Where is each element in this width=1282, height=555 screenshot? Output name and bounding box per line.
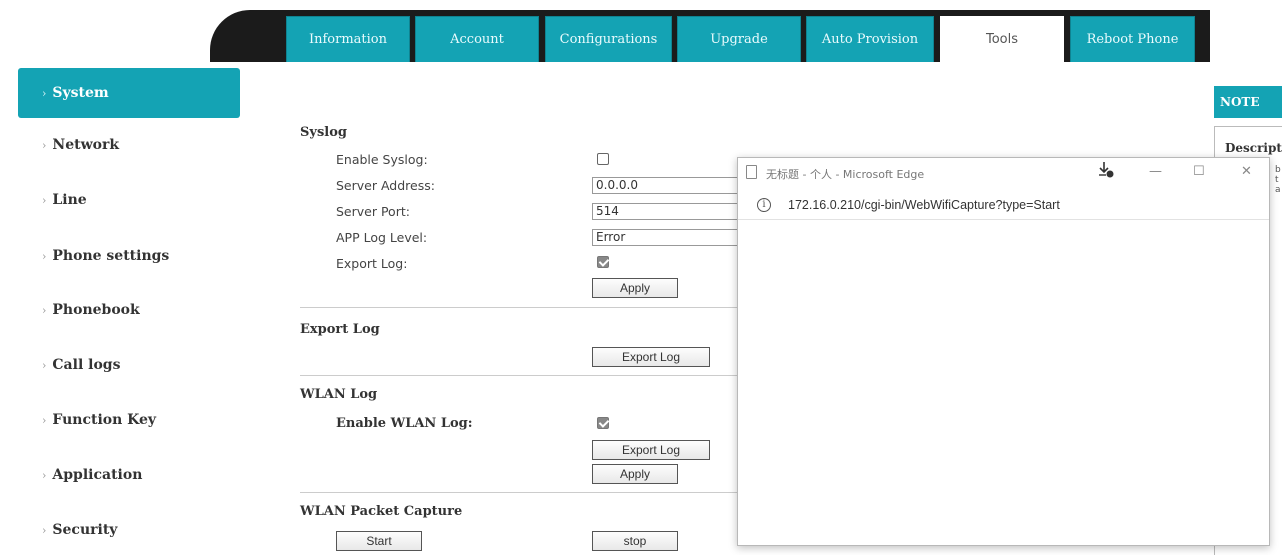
capture-stop-button[interactable]: stop [592, 531, 678, 551]
sidebar-item-line[interactable]: › Line [18, 175, 240, 225]
chevron-right-icon: › [42, 358, 47, 372]
sidebar-item-application[interactable]: › Application [18, 450, 240, 500]
popup-window-title: 无标题 - 个人 - Microsoft Edge [766, 168, 925, 181]
close-icon[interactable]: ✕ [1241, 164, 1252, 179]
page-icon [746, 165, 757, 179]
tab-information[interactable]: Information [286, 16, 410, 62]
divider [300, 375, 740, 376]
minimize-icon[interactable]: — [1149, 164, 1162, 179]
sidebar-item-label: Function Key [52, 412, 157, 428]
divider [300, 307, 740, 308]
chevron-right-icon: › [42, 303, 47, 317]
sidebar-item-label: Application [52, 467, 143, 483]
tab-configurations[interactable]: Configurations [545, 16, 672, 62]
note-header: NOTE [1214, 86, 1282, 118]
maximize-icon[interactable]: ☐ [1193, 164, 1205, 179]
enable-wlan-log-label: Enable WLAN Log: [336, 416, 473, 431]
sidebar-item-label: System [52, 85, 109, 101]
sidebar-item-phone-settings[interactable]: › Phone settings [18, 231, 240, 281]
syslog-apply-button[interactable]: Apply [592, 278, 678, 298]
export-log-checkbox[interactable] [597, 256, 609, 268]
server-port-label: Server Port: [336, 204, 410, 219]
note-description-title: Descript [1225, 141, 1282, 155]
capture-start-button[interactable]: Start [336, 531, 422, 551]
sidebar-item-security[interactable]: › Security [18, 505, 240, 555]
wlan-apply-button[interactable]: Apply [592, 464, 678, 484]
chevron-right-icon: › [42, 523, 47, 537]
app-log-level-label: APP Log Level: [336, 230, 428, 245]
app-log-level-select[interactable]: Error [592, 229, 740, 246]
note-text-fragment: b [1275, 165, 1281, 175]
chevron-right-icon: › [42, 86, 47, 100]
sidebar-item-label: Phonebook [52, 302, 140, 318]
download-icon[interactable] [1098, 161, 1114, 183]
tab-upgrade[interactable]: Upgrade [677, 16, 801, 62]
tab-reboot-phone[interactable]: Reboot Phone [1070, 16, 1195, 62]
export-log-label: Export Log: [336, 256, 408, 271]
tab-tools[interactable]: Tools [940, 16, 1064, 62]
chevron-right-icon: › [42, 138, 47, 152]
popup-url-text[interactable]: 172.16.0.210/cgi-bin/WebWifiCapture?type… [788, 198, 1060, 212]
sidebar-item-label: Security [52, 522, 118, 538]
export-log-section-title: Export Log [300, 322, 380, 337]
enable-wlan-log-checkbox[interactable] [597, 417, 609, 429]
server-address-input[interactable]: 0.0.0.0 [592, 177, 740, 194]
enable-syslog-label: Enable Syslog: [336, 152, 428, 167]
syslog-section-title: Syslog [300, 125, 347, 140]
chevron-right-icon: › [42, 193, 47, 207]
divider [300, 492, 740, 493]
server-port-input[interactable]: 514 [592, 203, 740, 220]
sidebar-item-label: Phone settings [52, 248, 170, 264]
popup-browser-window: 无标题 - 个人 - Microsoft Edge — ☐ ✕ i 172.16… [737, 157, 1270, 546]
chevron-right-icon: › [42, 249, 47, 263]
popup-address-bar[interactable]: i 172.16.0.210/cgi-bin/WebWifiCapture?ty… [738, 190, 1269, 220]
export-log-button[interactable]: Export Log [592, 347, 710, 367]
wlan-export-log-button[interactable]: Export Log [592, 440, 710, 460]
sidebar-item-label: Call logs [52, 357, 121, 373]
server-address-label: Server Address: [336, 178, 435, 193]
note-text-fragment: t [1275, 175, 1279, 185]
sidebar: › System › Network › Line › Phone settin… [0, 62, 244, 555]
tab-auto-provision[interactable]: Auto Provision [806, 16, 934, 62]
sidebar-item-call-logs[interactable]: › Call logs [18, 340, 240, 390]
chevron-right-icon: › [42, 413, 47, 427]
sidebar-item-function-key[interactable]: › Function Key [18, 395, 240, 445]
sidebar-item-network[interactable]: › Network [18, 120, 240, 170]
enable-syslog-checkbox[interactable] [597, 153, 609, 165]
sidebar-item-label: Line [52, 192, 87, 208]
sidebar-item-label: Network [52, 137, 120, 153]
wlan-log-section-title: WLAN Log [300, 387, 378, 402]
wlan-capture-section-title: WLAN Packet Capture [300, 504, 463, 519]
chevron-right-icon: › [42, 468, 47, 482]
tab-account[interactable]: Account [415, 16, 539, 62]
info-icon[interactable]: i [757, 198, 771, 212]
popup-titlebar[interactable]: 无标题 - 个人 - Microsoft Edge — ☐ ✕ [738, 158, 1269, 190]
sidebar-item-system[interactable]: › System [18, 68, 240, 118]
note-text-fragment: a [1275, 185, 1281, 195]
sidebar-item-phonebook[interactable]: › Phonebook [18, 285, 240, 335]
